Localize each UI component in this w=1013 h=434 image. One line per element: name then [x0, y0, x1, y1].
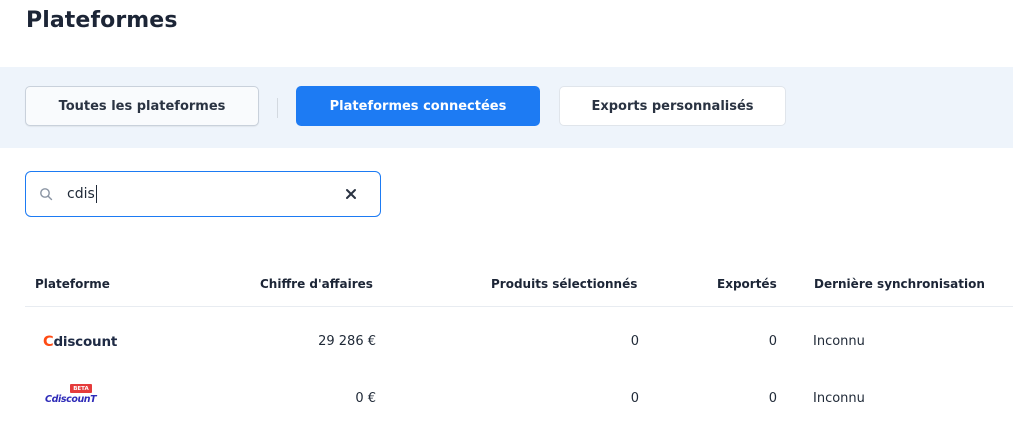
- cdiscount-beta-logo: CdiscounT: [45, 394, 97, 405]
- column-header-exported[interactable]: Exportés: [717, 277, 777, 291]
- table-row[interactable]: Cdiscount 29 286 € 0 0 Inconnu: [25, 315, 1013, 371]
- selected-products-value: 0: [630, 391, 639, 406]
- revenue-value: 29 286 €: [318, 334, 376, 349]
- page-title: Plateformes: [26, 8, 178, 33]
- last-sync-value: Inconnu: [813, 391, 865, 406]
- column-header-last-sync[interactable]: Dernière synchronisation: [814, 277, 985, 291]
- column-header-platform[interactable]: Plateforme: [35, 277, 110, 291]
- revenue-value: 0 €: [355, 391, 376, 406]
- exported-value: 0: [768, 334, 777, 349]
- text-caret: [95, 185, 97, 203]
- last-sync-value: Inconnu: [813, 334, 865, 349]
- search-input[interactable]: cdis: [25, 171, 381, 217]
- beta-badge: BETA: [70, 384, 92, 393]
- clear-search-icon[interactable]: [345, 188, 357, 200]
- table-row[interactable]: BETA CdiscounT 0 € 0 0 Inconnu: [25, 371, 1013, 427]
- tab-divider: [277, 98, 278, 118]
- tab-custom-exports[interactable]: Exports personnalisés: [559, 86, 786, 126]
- cdiscount-logo: Cdiscount: [43, 334, 118, 350]
- tab-connected-platforms[interactable]: Plateformes connectées: [296, 86, 540, 126]
- search-icon: [40, 188, 53, 201]
- selected-products-value: 0: [630, 334, 639, 349]
- column-header-selected-products[interactable]: Produits sélectionnés: [491, 277, 637, 291]
- exported-value: 0: [768, 391, 777, 406]
- tab-all-platforms[interactable]: Toutes les plateformes: [25, 86, 259, 126]
- header-divider: [25, 306, 1013, 307]
- platform-tabs: Toutes les plateformes Plateformes conne…: [0, 67, 1013, 148]
- search-value[interactable]: cdis: [67, 185, 97, 203]
- column-header-revenue[interactable]: Chiffre d'affaires: [260, 277, 373, 291]
- search-text: cdis: [67, 186, 95, 202]
